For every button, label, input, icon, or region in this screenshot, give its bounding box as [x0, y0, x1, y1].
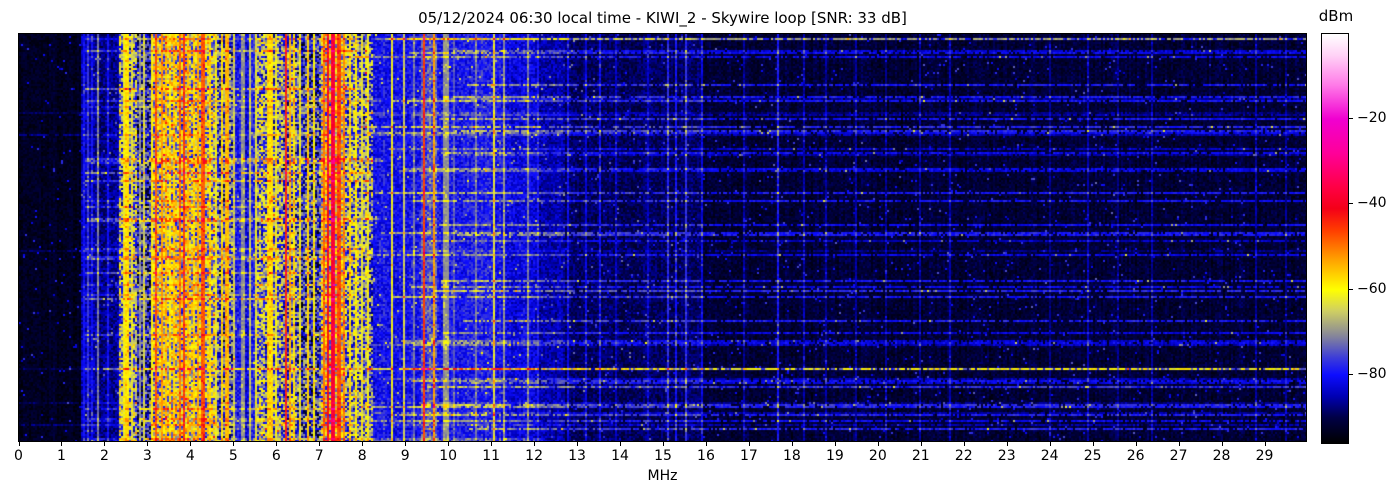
x-tick-label: 24 [1035, 448, 1065, 464]
x-tick-label: 2 [89, 448, 119, 464]
x-tick-mark [620, 442, 621, 446]
x-tick-label: 15 [648, 448, 678, 464]
chart-title: 05/12/2024 06:30 local time - KIWI_2 - S… [18, 9, 1307, 27]
x-tick-label: 17 [734, 448, 764, 464]
x-tick-mark [749, 442, 750, 446]
x-tick-mark [577, 442, 578, 446]
x-tick-label: 6 [261, 448, 291, 464]
x-tick-mark [448, 442, 449, 446]
x-tick-mark [1179, 442, 1180, 446]
x-tick-label: 25 [1078, 448, 1108, 464]
x-tick-mark [319, 442, 320, 446]
x-tick-label: 12 [519, 448, 549, 464]
x-tick-label: 7 [304, 448, 334, 464]
x-tick-mark [964, 442, 965, 446]
x-tick-label: 20 [863, 448, 893, 464]
x-tick-label: 4 [175, 448, 205, 464]
x-tick-label: 3 [132, 448, 162, 464]
colorbar-tick-label: −60 [1357, 282, 1387, 296]
x-tick-label: 14 [605, 448, 635, 464]
x-tick-label: 28 [1207, 448, 1237, 464]
x-tick-mark [61, 442, 62, 446]
x-tick-mark [233, 442, 234, 446]
x-tick-mark [491, 442, 492, 446]
x-tick-label: 5 [218, 448, 248, 464]
x-tick-mark [190, 442, 191, 446]
spectrogram-canvas [19, 34, 1306, 441]
x-tick-mark [276, 442, 277, 446]
x-tick-label: 11 [476, 448, 506, 464]
colorbar [1321, 33, 1349, 444]
waterfall-plot-area [18, 33, 1307, 442]
x-tick-label: 19 [820, 448, 850, 464]
x-tick-mark [1136, 442, 1137, 446]
x-tick-label: 27 [1164, 448, 1194, 464]
x-tick-mark [405, 442, 406, 446]
x-tick-mark [878, 442, 879, 446]
x-tick-mark [921, 442, 922, 446]
x-tick-label: 16 [691, 448, 721, 464]
x-tick-mark [362, 442, 363, 446]
x-tick-mark [835, 442, 836, 446]
x-tick-label: 10 [433, 448, 463, 464]
colorbar-tick-label: −80 [1357, 367, 1387, 381]
x-tick-label: 21 [906, 448, 936, 464]
x-tick-label: 29 [1250, 448, 1280, 464]
colorbar-unit-label: dBm [1313, 7, 1359, 25]
x-tick-mark [1222, 442, 1223, 446]
x-tick-mark [792, 442, 793, 446]
x-axis-label: MHz [18, 468, 1307, 484]
x-tick-label: 1 [46, 448, 76, 464]
colorbar-tick-mark [1349, 203, 1353, 204]
x-tick-label: 22 [949, 448, 979, 464]
x-tick-label: 8 [347, 448, 377, 464]
x-tick-mark [1093, 442, 1094, 446]
x-tick-label: 26 [1121, 448, 1151, 464]
x-tick-label: 23 [992, 448, 1022, 464]
x-tick-mark [104, 442, 105, 446]
x-tick-mark [1265, 442, 1266, 446]
x-tick-mark [19, 442, 20, 446]
x-tick-label: 18 [777, 448, 807, 464]
colorbar-tick-mark [1349, 118, 1353, 119]
x-tick-mark [147, 442, 148, 446]
x-tick-mark [1050, 442, 1051, 446]
x-tick-mark [706, 442, 707, 446]
x-tick-mark [663, 442, 664, 446]
colorbar-tick-mark [1349, 289, 1353, 290]
colorbar-tick-label: −20 [1357, 111, 1387, 125]
colorbar-tick-mark [1349, 374, 1353, 375]
x-tick-label: 13 [562, 448, 592, 464]
x-tick-mark [1007, 442, 1008, 446]
x-tick-label: 9 [390, 448, 420, 464]
colorbar-tick-label: −40 [1357, 196, 1387, 210]
spectrogram-figure: 05/12/2024 06:30 local time - KIWI_2 - S… [0, 0, 1400, 500]
x-tick-label: 0 [4, 448, 34, 464]
x-tick-mark [534, 442, 535, 446]
